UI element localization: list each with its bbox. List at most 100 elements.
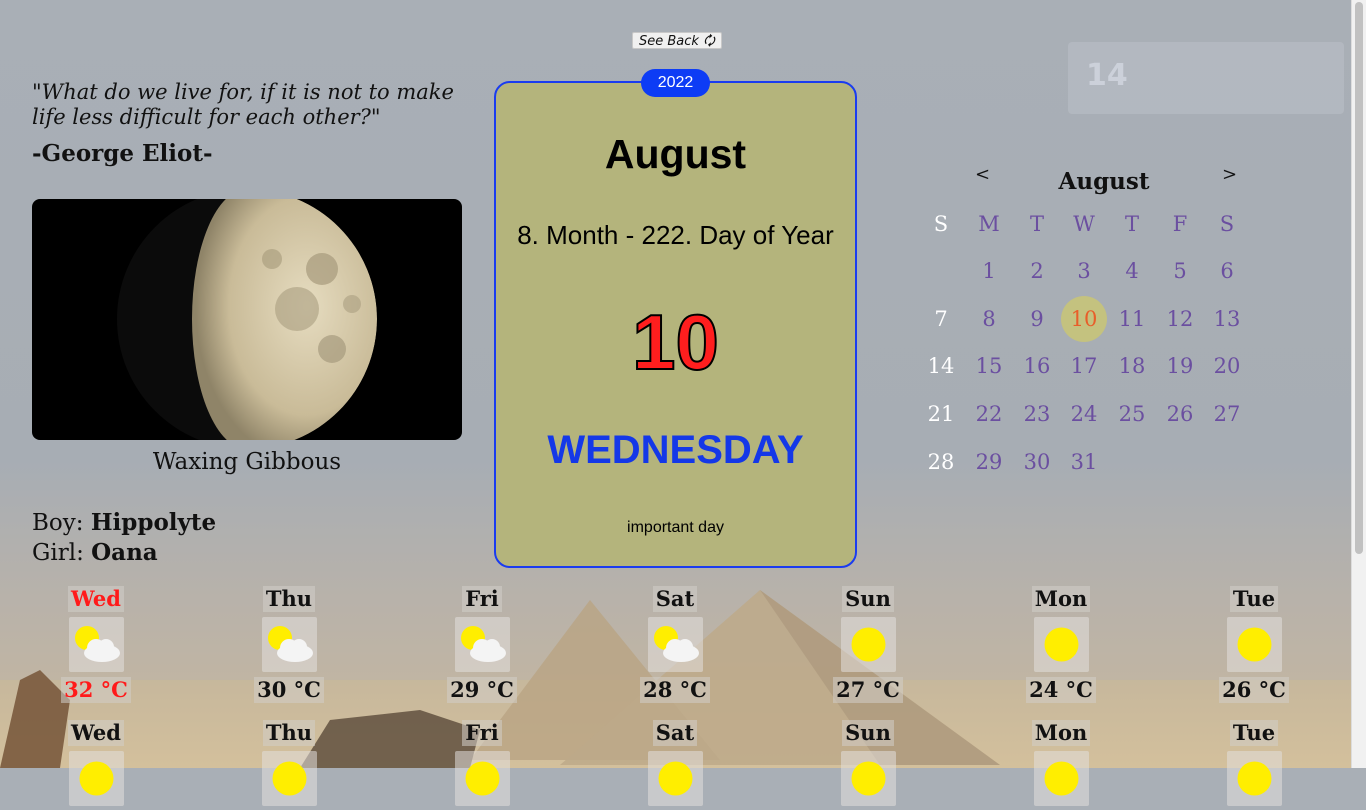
weekday-header: S: [933, 212, 949, 236]
calendar-day[interactable]: 2: [1014, 248, 1060, 294]
calendar-day[interactable]: 13: [1204, 296, 1250, 342]
calendar-day[interactable]: 19: [1157, 343, 1203, 389]
boy-name: Hippolyte: [90, 509, 217, 536]
forecast-day-label: Wed: [68, 720, 124, 746]
see-back-button[interactable]: See Back 🗘: [632, 32, 722, 49]
forecast-day: Wed 32 °C: [41, 586, 151, 703]
calendar-next-button[interactable]: >: [1222, 164, 1237, 185]
moon-phase-label: Waxing Gibbous: [152, 449, 342, 475]
forecast-day-label: Wed: [68, 586, 124, 612]
card-note: important day: [627, 519, 724, 536]
forecast-day-label: Fri: [462, 720, 502, 746]
date-card: August 8. Month - 222. Day of Year 10 WE…: [494, 81, 857, 568]
forecast-day-label: Thu: [262, 586, 316, 612]
calendar-day[interactable]: 25: [1109, 391, 1155, 437]
forecast-day: Fri: [427, 720, 537, 806]
calendar-day[interactable]: 22: [966, 391, 1012, 437]
forecast-day: Thu: [234, 720, 344, 806]
calendar-day[interactable]: 27: [1204, 391, 1250, 437]
sun-icon: [1226, 751, 1282, 806]
forecast-day: Thu 30 °C: [234, 586, 344, 703]
forecast-day: Sat: [620, 720, 730, 806]
partly-cloudy-icon: [261, 617, 317, 672]
forecast-day-label: Sat: [652, 720, 698, 746]
calendar-day[interactable]: 30: [1014, 439, 1060, 485]
forecast-day: Fri 29 °C: [427, 586, 537, 703]
forecast-temperature: 29 °C: [447, 677, 517, 703]
calendar-day[interactable]: 8: [966, 296, 1012, 342]
calendar-day[interactable]: 5: [1157, 248, 1203, 294]
forecast-day-label: Mon: [1031, 720, 1091, 746]
card-weekday: WEDNESDAY: [547, 428, 804, 472]
forecast-day-label: Thu: [262, 720, 316, 746]
forecast-day-label: Sun: [842, 586, 894, 612]
year-badge: 2022: [641, 69, 710, 97]
forecast-temperature: 28 °C: [640, 677, 710, 703]
boy-name-row: Boy: Hippolyte: [32, 508, 216, 538]
card-month: August: [604, 131, 747, 177]
forecast-day: Sat 28 °C: [620, 586, 730, 703]
sun-icon: [454, 751, 510, 806]
calendar-day-today[interactable]: 10: [1061, 295, 1107, 342]
calendar-day[interactable]: 15: [966, 343, 1012, 389]
calendar-month-title: August: [1058, 168, 1150, 195]
calendar-day[interactable]: 1: [966, 248, 1012, 294]
calendar-day[interactable]: 29: [966, 439, 1012, 485]
calendar-day[interactable]: 24: [1061, 391, 1107, 437]
sun-icon: [647, 751, 703, 806]
calendar-day[interactable]: 20: [1204, 343, 1250, 389]
calendar-day[interactable]: 23: [1014, 391, 1060, 437]
weekday-header: F: [1172, 212, 1188, 236]
forecast-day: Tue 26 °C: [1199, 586, 1309, 703]
quote-author: -George Eliot-: [32, 140, 213, 167]
forecast-temperature: 32 °C: [61, 677, 131, 703]
calendar-day[interactable]: 18: [1109, 343, 1155, 389]
forecast-temperature: 26 °C: [1219, 677, 1289, 703]
girl-name-row: Girl: Oana: [32, 538, 216, 568]
calendar-day[interactable]: 16: [1014, 343, 1060, 389]
weekday-header: T: [1029, 212, 1044, 236]
quote-text: "What do we live for, if it is not to ma…: [32, 80, 454, 129]
forecast-day-label: Tue: [1229, 720, 1279, 746]
boy-label: Boy:: [32, 510, 91, 536]
name-day-block: Boy: Hippolyte Girl: Oana: [32, 508, 216, 568]
calendar-day[interactable]: 12: [1157, 296, 1203, 342]
sun-icon: [1033, 751, 1089, 806]
calendar-day[interactable]: 21: [918, 391, 964, 437]
forecast-day-label: Mon: [1031, 586, 1091, 612]
scrollbar-thumb[interactable]: [1355, 2, 1363, 554]
weekday-header: S: [1219, 212, 1235, 236]
forecast-temperature: 24 °C: [1026, 677, 1096, 703]
forecast-day-label: Tue: [1229, 586, 1279, 612]
weekday-header: T: [1124, 212, 1139, 236]
calendar-day[interactable]: 4: [1109, 248, 1155, 294]
faded-widget: 14: [1068, 42, 1344, 114]
faded-widget-glyph: 14: [1086, 58, 1128, 93]
calendar-prev-button[interactable]: <: [975, 164, 990, 185]
calendar-day[interactable]: 3: [1061, 248, 1107, 294]
calendar-day[interactable]: 9: [1014, 296, 1060, 342]
forecast-day-label: Fri: [462, 586, 502, 612]
forecast-day: Sun: [813, 720, 923, 806]
calendar-day[interactable]: 31: [1061, 439, 1107, 485]
calendar-day[interactable]: 26: [1157, 391, 1203, 437]
calendar-day[interactable]: 17: [1061, 343, 1107, 389]
calendar-day[interactable]: 6: [1204, 248, 1250, 294]
forecast-day: Mon 24 °C: [1006, 586, 1116, 703]
sun-icon: [840, 617, 896, 672]
forecast-temperature: 27 °C: [833, 677, 903, 703]
girl-label: Girl:: [32, 540, 92, 566]
girl-name: Oana: [91, 539, 158, 566]
forecast-day: Wed: [41, 720, 151, 806]
partly-cloudy-icon: [647, 617, 703, 672]
sun-icon: [1226, 617, 1282, 672]
moon-phase-image: [32, 199, 462, 440]
card-day-of-year: 8. Month - 222. Day of Year: [517, 220, 834, 250]
sun-icon: [1033, 617, 1089, 672]
vertical-scrollbar[interactable]: [1351, 0, 1366, 768]
calendar-day[interactable]: 14: [918, 343, 964, 389]
forecast-day: Tue: [1199, 720, 1309, 806]
calendar-day[interactable]: 7: [918, 296, 964, 342]
calendar-day[interactable]: 11: [1109, 296, 1155, 342]
calendar-day[interactable]: 28: [918, 439, 964, 485]
